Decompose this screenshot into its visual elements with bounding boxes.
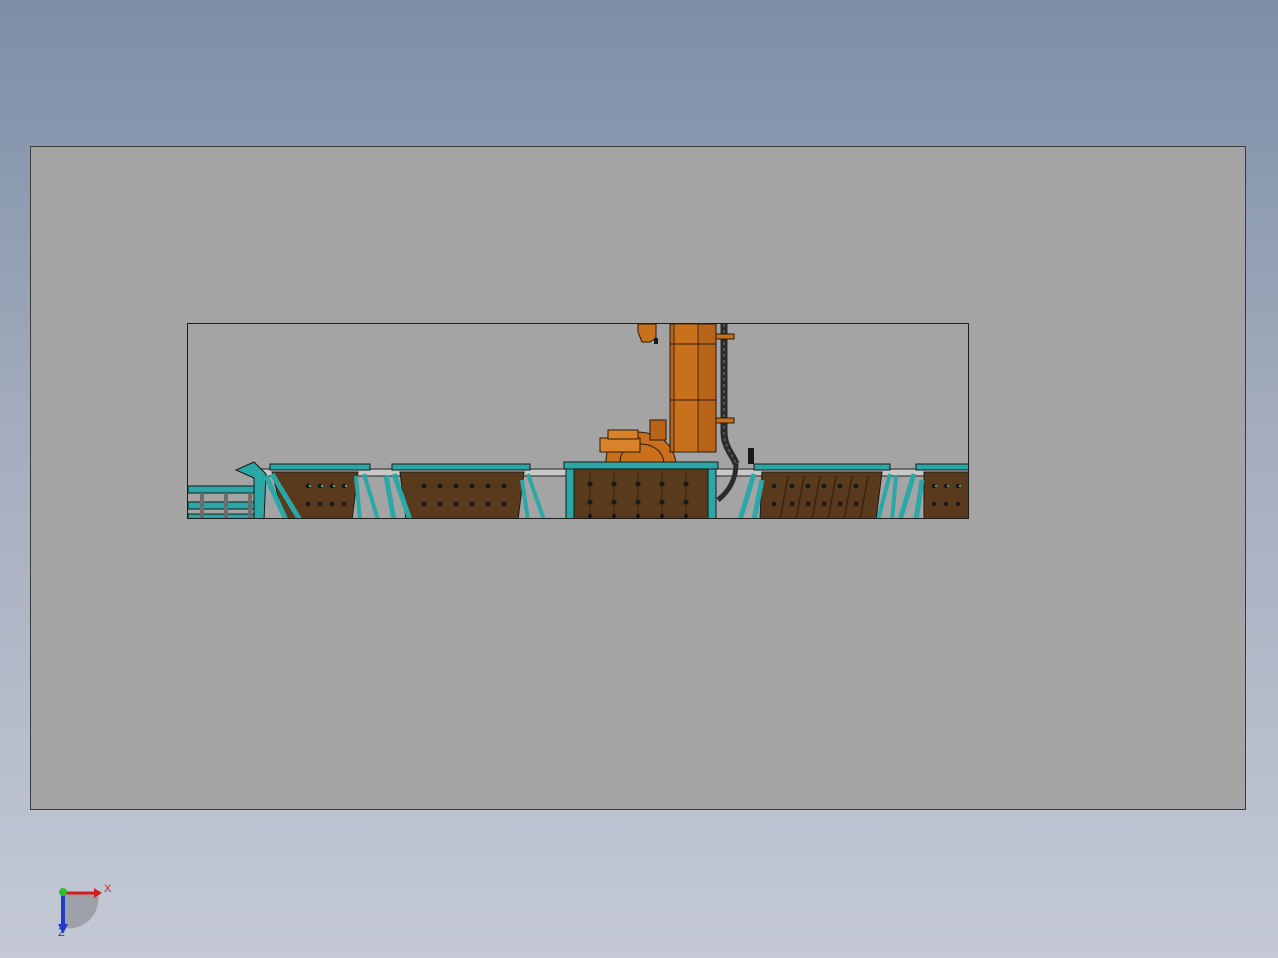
fixture-panel-3 (563, 461, 719, 518)
drawing-sheet[interactable] (30, 146, 1246, 810)
robot-arm (599, 324, 717, 463)
fixture-panel-2 (383, 463, 546, 518)
left-roller-stack (188, 461, 267, 518)
fixture-panel-4 (737, 463, 898, 518)
axis-x-label: X (104, 883, 112, 895)
assembly-drawing (188, 324, 968, 518)
graphics-viewport[interactable]: X Z (0, 0, 1278, 958)
coordinate-triad-icon: X Z (50, 876, 120, 946)
drawing-view-front[interactable] (187, 323, 969, 519)
axis-z-label: Z (58, 927, 65, 939)
